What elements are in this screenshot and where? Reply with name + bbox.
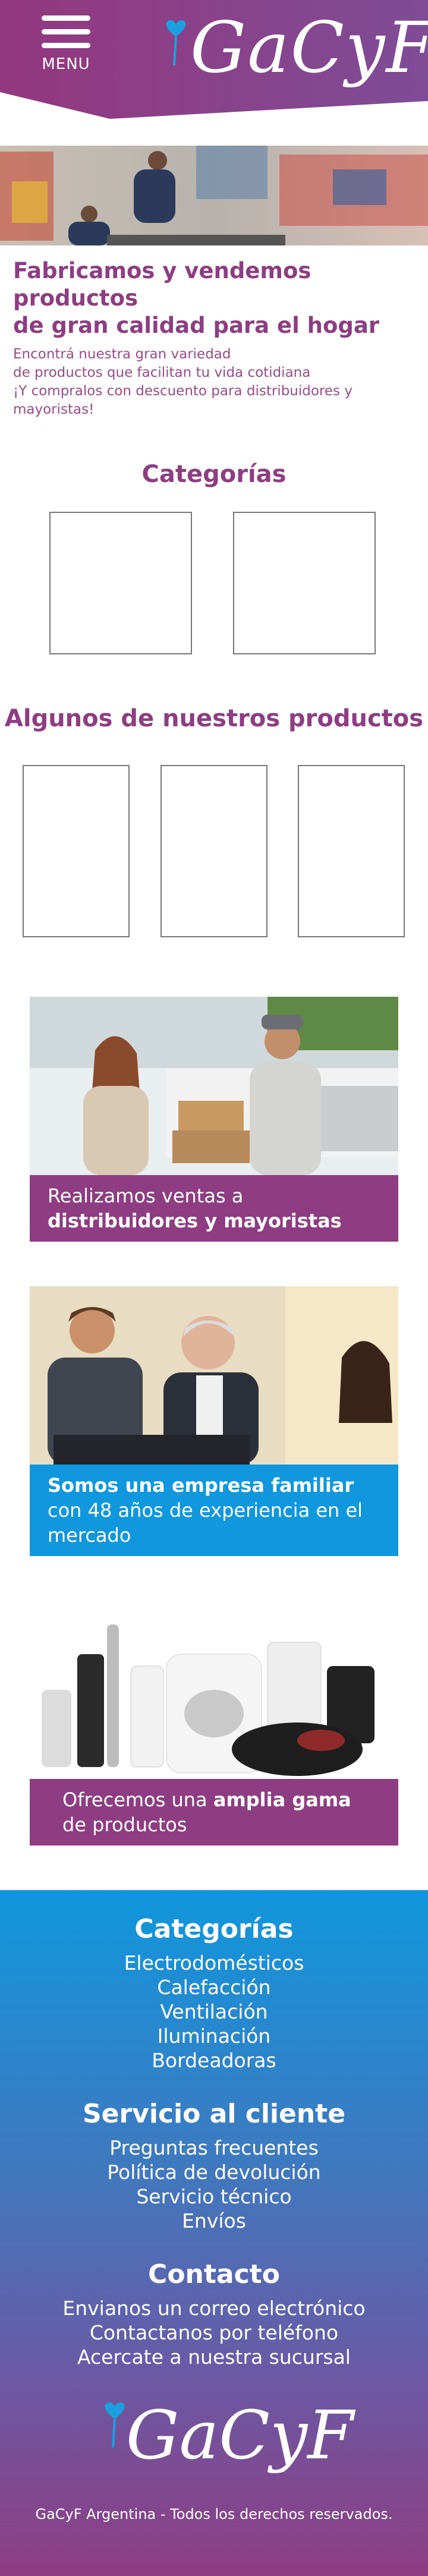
category-card[interactable] (49, 512, 192, 654)
footer-link-category[interactable]: Bordeadoras (0, 2048, 428, 2073)
page-title: Fabricamos y vendemos productos de gran … (13, 257, 415, 339)
footer-categories-title: Categorías (134, 1914, 294, 1944)
promo-text: Realizamos ventas a (48, 1185, 244, 1207)
footer-service-title: Servicio al cliente (82, 2099, 346, 2129)
delivery-photo (30, 997, 398, 1175)
header: MENU GaCyF (0, 0, 428, 119)
title-line-1: Fabricamos y vendemos productos (13, 258, 311, 311)
promo-text-end: de productos (62, 1813, 187, 1836)
footer-link-service[interactable]: Envíos (0, 2209, 428, 2233)
menu-label: MENU (42, 55, 90, 73)
footer-contact: Contacto Envianos un correo electrónico … (0, 2258, 428, 2369)
footer-link-category[interactable]: Electrodomésticos (0, 1951, 428, 1975)
footer-link-category[interactable]: Iluminación (0, 2024, 428, 2048)
title-line-2: de gran calidad para el hogar (13, 313, 380, 338)
heart-icon (105, 2402, 125, 2448)
menu-button[interactable]: MENU (39, 15, 93, 75)
promo-highlight: distribuidores y mayoristas (48, 1210, 342, 1232)
product-card[interactable] (160, 765, 268, 937)
intro-text: Encontrá nuestra gran variedad de produc… (13, 345, 415, 419)
footer-link-service[interactable]: Política de devolución (0, 2160, 428, 2184)
footer: Categorías Electrodomésticos Calefacción… (0, 1890, 428, 2576)
copyright: GaCyF Argentina - Todos los derechos res… (35, 2506, 393, 2523)
intro-line-2: de productos que facilitan tu vida cotid… (13, 365, 311, 380)
footer-link-service[interactable]: Servicio técnico (0, 2184, 428, 2209)
footer-logo-text: GaCyF (126, 2397, 354, 2474)
promo-text: Ofrecemos una (62, 1788, 213, 1811)
promo-highlight: amplia gama (213, 1788, 351, 1811)
promo-highlight: Somos una empresa familiar (48, 1474, 354, 1497)
hero-image (0, 146, 428, 245)
footer-link-contact[interactable]: Contactanos por teléfono (0, 2320, 428, 2345)
business-meeting-photo (30, 1286, 398, 1465)
categories-title: Categorías (141, 461, 287, 488)
footer-service: Servicio al cliente Preguntas frecuentes… (0, 2098, 428, 2233)
intro-line-1: Encontrá nuestra gran variedad (13, 347, 231, 362)
heart-icon (166, 20, 186, 66)
hamburger-icon (42, 15, 90, 48)
intro-section: Fabricamos y vendemos productos de gran … (0, 257, 428, 419)
logo-text: GaCyF (190, 7, 428, 89)
category-card[interactable] (233, 512, 376, 654)
promo-distributors[interactable]: Realizamos ventas a distribuidores y may… (30, 997, 398, 1242)
footer-link-service[interactable]: Preguntas frecuentes (0, 2136, 428, 2160)
footer-logo[interactable]: GaCyF (101, 2394, 354, 2483)
site-logo[interactable]: GaCyF (158, 6, 428, 89)
footer-link-category[interactable]: Calefacción (0, 1975, 428, 1999)
footer-link-contact[interactable]: Acercate a nuestra sucursal (0, 2345, 428, 2369)
promo-family-business[interactable]: Somos una empresa familiar con 48 años d… (30, 1286, 398, 1556)
products-title: Algunos de nuestros productos (4, 705, 424, 732)
appliances-photo (30, 1601, 398, 1779)
promo-product-range[interactable]: Ofrecemos una amplia gama de productos (30, 1601, 398, 1846)
products-grid (0, 765, 428, 937)
promo-caption: Somos una empresa familiar con 48 años d… (30, 1465, 398, 1556)
footer-link-contact[interactable]: Envianos un correo electrónico (0, 2296, 428, 2320)
intro-line-3: ¡Y compralos con descuento para distribu… (13, 383, 353, 399)
product-card[interactable] (23, 765, 130, 937)
promo-caption: Realizamos ventas a distribuidores y may… (30, 1175, 398, 1242)
product-card[interactable] (298, 765, 405, 937)
footer-categories: Categorías Electrodomésticos Calefacción… (0, 1913, 428, 2073)
promo-caption: Ofrecemos una amplia gama de productos (30, 1779, 398, 1846)
promo-text: con 48 años de experiencia en el mercado (48, 1499, 363, 1547)
intro-line-4: mayoristas! (13, 402, 95, 417)
categories-grid (0, 512, 428, 654)
footer-link-category[interactable]: Ventilación (0, 1999, 428, 2024)
footer-contact-title: Contacto (148, 2259, 280, 2290)
